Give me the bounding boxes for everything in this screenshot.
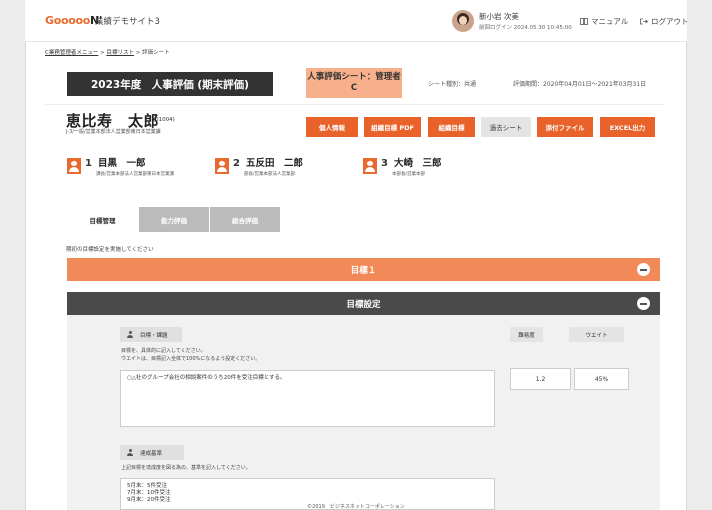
weight-input[interactable]: 45% xyxy=(574,368,629,390)
org-goal-button[interactable]: 組織目標 xyxy=(428,117,475,137)
instruction-text: 期初の目標設定を実施してください xyxy=(66,247,154,253)
criteria-label: 達成基準 xyxy=(120,445,184,460)
person-icon xyxy=(127,331,133,338)
criteria-description: 上記目標を達成度を図る為の、基準を記入してください。 xyxy=(121,465,251,471)
book-icon xyxy=(580,18,588,25)
logout-icon xyxy=(640,18,648,25)
section-header-bar[interactable]: 目標設定 xyxy=(67,292,660,315)
logo[interactable]: GoooooN' xyxy=(45,14,102,27)
sheet-type: シート種別：共通 xyxy=(428,81,477,88)
goal-description: 目標を、具体的に記入してください。 ウエイトは、目標記入全体で100%になるよう… xyxy=(121,348,261,362)
past-sheet-button[interactable]: 過去シート xyxy=(481,117,531,137)
approver-2: 2 五反田 二郎 部長/営業本部法人営業部 xyxy=(215,158,303,177)
breadcrumb-current: 評価シート xyxy=(142,50,170,56)
goal-header-bar[interactable]: 目標１ xyxy=(67,258,660,281)
attachment-button[interactable]: 添付ファイル xyxy=(537,117,593,137)
approver-1: 1 目黒 一郎 課長/営業本部法人営業部東日本営業課 xyxy=(67,158,174,177)
person-icon xyxy=(363,158,377,174)
person-icon xyxy=(67,158,81,174)
personal-info-button[interactable]: 個人情報 xyxy=(306,117,358,137)
breadcrumb-menu-link[interactable]: C業務管理者メニュー xyxy=(45,50,98,56)
pdf-button[interactable]: 組織目標 PDF xyxy=(364,117,421,137)
weight-header: ウエイト xyxy=(569,327,624,342)
collapse-icon[interactable] xyxy=(637,263,650,276)
person-icon xyxy=(127,449,133,456)
manual-link[interactable]: マニュアル xyxy=(580,16,628,27)
excel-button[interactable]: EXCEL出力 xyxy=(600,117,655,137)
collapse-icon[interactable] xyxy=(637,297,650,310)
page-title: 2023年度 人事評価 (期末評価) xyxy=(67,72,273,96)
person-icon xyxy=(215,158,229,174)
tab-ability-evaluation[interactable]: 能力評価 xyxy=(139,207,209,232)
difficulty-input[interactable]: 1.2 xyxy=(510,368,571,390)
goal-theme-label: 目標・課題 xyxy=(120,327,182,342)
tab-overall-evaluation[interactable]: 総合評価 xyxy=(210,207,280,232)
goal-text-area[interactable]: ○△社のグループ会社の相談案件のうち20件を受注目標とする。 xyxy=(120,370,495,427)
evaluation-period: 評価期間：2020年04月01日～2021年03月31日 xyxy=(513,81,647,88)
approver-3: 3 大崎 三郎 本部長/営業本部 xyxy=(363,158,441,177)
breadcrumb-list-link[interactable]: 目標リスト xyxy=(106,50,134,56)
employee-id: (01004) xyxy=(153,117,175,123)
sheet-name-badge: 人事評価シート：管理者C xyxy=(306,68,402,98)
last-login: 前回ログイン 2024.05.30 10:45:00 xyxy=(479,25,572,31)
logout-link[interactable]: ログアウト xyxy=(640,16,689,27)
breadcrumb: C業務管理者メニュー > 目標リスト > 評価シート xyxy=(45,50,170,56)
user-name: 新小岩 次美 xyxy=(479,12,519,21)
difficulty-header: 難易度 xyxy=(510,327,543,342)
site-name: 業績デモサイト3 xyxy=(95,17,160,27)
employee-dept: J-3/一般/営業本部法人営業部東日本営業課 xyxy=(66,129,161,135)
tab-goal-management[interactable]: 目標管理 xyxy=(67,207,138,232)
footer-copyright: ©2019 ビジネスネットコーポレーション xyxy=(307,504,405,510)
avatar xyxy=(452,10,474,32)
